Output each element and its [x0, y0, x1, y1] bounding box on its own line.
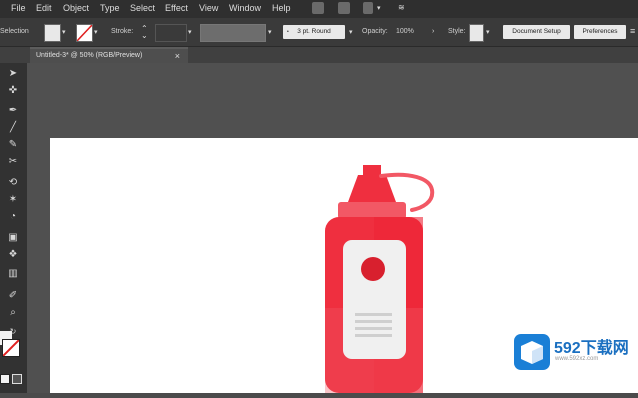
- bottle-shoulder: [338, 202, 406, 219]
- stock-icon[interactable]: [338, 2, 350, 14]
- symbol-sprayer-tool-icon[interactable]: ❖: [6, 249, 20, 261]
- opacity-value[interactable]: 100%: [396, 28, 414, 35]
- bottle-nozzle-tip: [363, 165, 381, 175]
- label-line: [355, 313, 392, 316]
- menu-object[interactable]: Object: [63, 3, 89, 13]
- direct-selection-tool-icon[interactable]: ✜: [6, 85, 20, 97]
- no-stroke-icon: [77, 25, 92, 41]
- site-watermark: 592下载网 www.592xz.com: [512, 332, 638, 372]
- menu-select[interactable]: Select: [130, 3, 155, 13]
- scissors-tool-icon[interactable]: ✂: [6, 156, 20, 168]
- menu-effect[interactable]: Effect: [165, 3, 188, 13]
- label-line: [355, 327, 392, 330]
- shape-builder-tool-icon[interactable]: ◔: [6, 211, 20, 223]
- variable-width-profile[interactable]: [200, 24, 266, 42]
- document-tab[interactable]: Untitled-3* @ 50% (RGB/Preview) ×: [30, 47, 188, 63]
- line-tool-icon[interactable]: ╱: [6, 122, 20, 134]
- menu-window[interactable]: Window: [229, 3, 261, 13]
- stroke-weight-field[interactable]: [155, 24, 187, 42]
- chevron-down-icon[interactable]: ▾: [94, 28, 98, 36]
- chevron-down-icon[interactable]: ▾: [486, 28, 490, 36]
- menu-edit[interactable]: Edit: [36, 3, 52, 13]
- chevron-down-icon[interactable]: ▾: [268, 28, 272, 36]
- selection-label: Selection: [0, 28, 29, 35]
- panel-menu-icon[interactable]: ≡: [630, 26, 635, 36]
- bridge-icon[interactable]: [312, 2, 324, 14]
- close-icon[interactable]: ×: [175, 51, 180, 61]
- label-line: [355, 334, 392, 337]
- watermark-brand: 592下载网: [554, 340, 629, 357]
- document-setup-button[interactable]: Document Setup: [503, 25, 570, 39]
- stroke-swatch[interactable]: [76, 24, 93, 42]
- stroke-label: Stroke:: [111, 28, 134, 35]
- paintbrush-tool-icon[interactable]: ✎: [6, 139, 20, 151]
- chevron-down-icon[interactable]: ▾: [62, 28, 66, 36]
- stroke-color-swatch[interactable]: [2, 339, 20, 357]
- watermark-logo-icon: [514, 334, 550, 370]
- menu-bar: File Edit Object Type Select Effect View…: [0, 0, 638, 18]
- pen-tool-icon[interactable]: ✒: [6, 105, 20, 117]
- no-stroke-icon: [3, 340, 19, 356]
- chevron-down-icon[interactable]: ▾: [349, 28, 353, 36]
- chevron-down-icon[interactable]: ▾: [377, 4, 381, 12]
- fill-swatch[interactable]: [44, 24, 61, 42]
- bottle-nozzle: [348, 175, 396, 202]
- watermark-url: www.592xz.com: [555, 356, 599, 362]
- rotate-tool-icon[interactable]: ⟲: [6, 177, 20, 189]
- brush-definition-select[interactable]: • 3 pt. Round: [283, 25, 345, 39]
- chevron-right-icon[interactable]: ›: [432, 28, 434, 35]
- selection-tool-icon[interactable]: ➤: [6, 68, 20, 80]
- opacity-label: Opacity:: [362, 28, 388, 35]
- gradient-mode-icon[interactable]: [12, 374, 22, 384]
- column-graph-tool-icon[interactable]: ▥: [6, 268, 20, 280]
- zoom-tool-icon[interactable]: ⌕: [6, 307, 20, 319]
- style-label: Style:: [448, 28, 466, 35]
- brush-dot-icon: •: [287, 29, 289, 35]
- menu-type[interactable]: Type: [100, 3, 120, 13]
- arrange-documents-icon[interactable]: [363, 2, 373, 14]
- brush-value: 3 pt. Round: [297, 28, 331, 35]
- label-logo-dot: [361, 257, 385, 281]
- puppet-warp-tool-icon[interactable]: ✶: [6, 194, 20, 206]
- gradient-tool-icon[interactable]: ▣: [6, 232, 20, 244]
- document-tab-title: Untitled-3* @ 50% (RGB/Preview): [36, 52, 143, 59]
- color-mode-icon[interactable]: [0, 374, 10, 384]
- menu-view[interactable]: View: [199, 3, 218, 13]
- stroke-weight-stepper[interactable]: ⌃ ⌄: [141, 25, 148, 40]
- preferences-button[interactable]: Preferences: [574, 25, 626, 39]
- eyedropper-tool-icon[interactable]: ✐: [6, 290, 20, 302]
- document-tab-bar: Untitled-3* @ 50% (RGB/Preview) ×: [0, 47, 638, 63]
- chevron-down-icon[interactable]: ▾: [188, 28, 192, 36]
- menu-help[interactable]: Help: [272, 3, 291, 13]
- control-bar: Selection ▾ ▾ Stroke: ⌃ ⌄ ▾ ▾ • 3 pt. Rou…: [0, 18, 638, 47]
- label-line: [355, 320, 392, 323]
- menu-file[interactable]: File: [11, 3, 26, 13]
- style-swatch[interactable]: [469, 24, 484, 42]
- tools-panel: ➤ ✜ ✒ ╱ ✎ ✂ ⟲ ✶ ◔ ▣ ❖ ▥ ✐ ⌕ ↻: [0, 63, 27, 393]
- gpu-performance-icon[interactable]: ≋: [398, 3, 405, 12]
